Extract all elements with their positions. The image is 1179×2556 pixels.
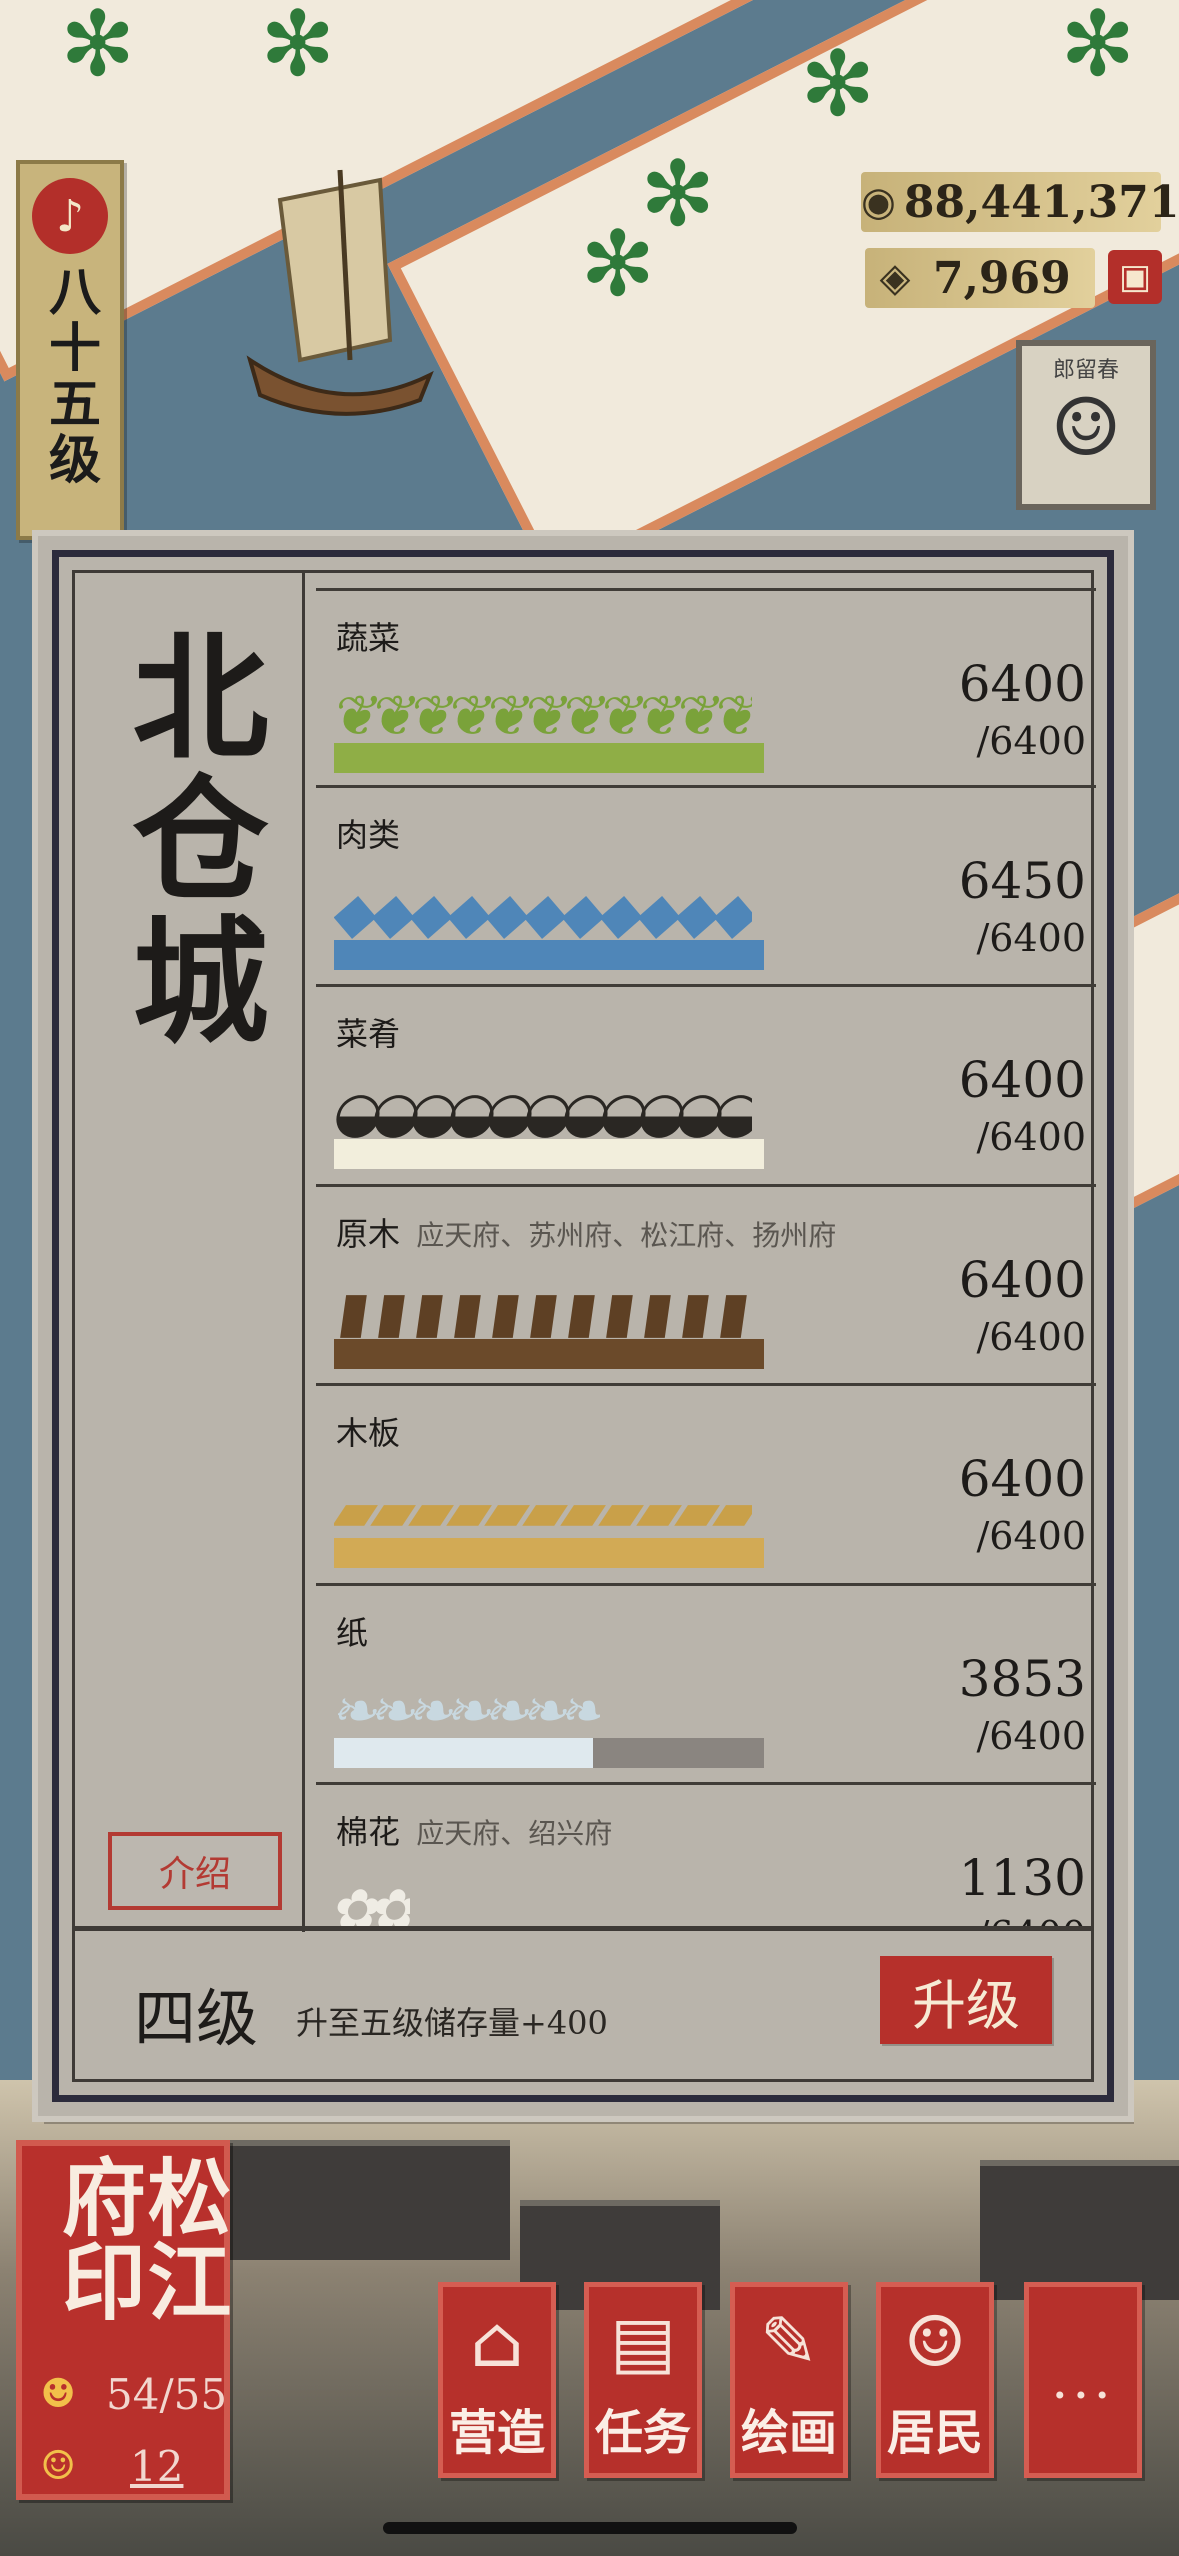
character-portrait[interactable]: 郎留春 ☺ [1016,340,1156,510]
storage-row: 蔬菜 ❦ ❦ ❦ ❦ ❦ ❦ ❦ ❦ ❦ ❦ ❦ 6400 /6400 [316,588,1096,788]
storage-row: 棉花 应天府、绍兴府 ✿✿ 1130 /6400 [316,1785,1096,1930]
nav-tasks-button[interactable]: ▤ 任务 [584,2282,702,2478]
item-name-text: 棉花 [336,1813,401,1851]
item-sources: 应天府、绍兴府 [416,1817,613,1850]
item-amount: 6400 [958,655,1086,713]
palm-tree-icon: ✻ [260,0,336,97]
face-icon: ☺ [40,2443,76,2489]
storage-row: 菜肴 ◒ ◒ ◒ ◒ ◒ ◒ ◒ ◒ ◒ ◒ ◒ 6400 /6400 [316,987,1096,1187]
nav-painting-label: 绘画 [740,2405,837,2461]
jade-icon: ◈ [879,255,911,301]
jade-value: 7,969 [933,252,1071,304]
item-amount: 6400 [958,1450,1086,1508]
item-amount: 1130 [958,1849,1086,1907]
storage-row: 原木 应天府、苏州府、松江府、扬州府 ▮ ▮ ▮ ▮ ▮ ▮ ▮ ▮ ▮ ▮ ▮ 6400 /640… [316,1187,1096,1386]
item-amount: 6400 [958,1051,1086,1109]
character-face-icon: ☺ [1050,381,1122,474]
gift-box-icon[interactable]: ▣ [1108,250,1162,304]
item-goods-icons: ❧ ❧ ❧ ❧ ❧ ❧ ❧ [334,1670,600,1754]
panel-divider [302,570,305,1932]
palm-tree-icon: ✻ [580,212,656,317]
prefecture-name: 松江府印 [48,2154,233,2322]
item-capacity: /6400 [976,1713,1086,1758]
coin-counter[interactable]: ◉ 88,441,371 [861,172,1179,232]
resident-icon: ☺ [903,2301,967,2383]
item-name: 棉花 应天府、绍兴府 [336,1807,612,1853]
item-amount: 6400 [958,1250,1086,1309]
nav-painting-button[interactable]: ✎ 绘画 [730,2282,848,2478]
coin-icon: ◉ [861,179,896,225]
pipa-icon: ♪ [32,178,108,254]
item-goods-icons: ▰ ▰ ▰ ▰ ▰ ▰ ▰ ▰ ▰ ▰ ▰ [334,1470,752,1554]
coin-value: 88,441,371 [903,176,1179,228]
population-stat: ☻ 54/55 [30,2366,227,2422]
intro-button[interactable]: 介绍 [108,1832,282,1910]
item-name: 木板 [336,1408,406,1454]
item-goods-icons: ✿ ✿ [334,1869,410,1930]
painting-scroll-icon: ✎ [759,2301,819,2383]
item-name-text: 肉类 [336,815,401,854]
storage-row: 肉类 ◆ ◆ ◆ ◆ ◆ ◆ ◆ ◆ ◆ ◆ ◆ 6450 /6400 [316,788,1096,987]
building-roof [230,2140,510,2260]
item-name-text: 原木 [336,1214,401,1253]
item-sources: 应天府、苏州府、松江府、扬州府 [416,1218,837,1252]
jade-counter[interactable]: ◈ 7,969 [865,248,1095,308]
item-name: 菜肴 [336,1009,406,1055]
nav-build-label: 营造 [448,2405,545,2461]
item-name-text: 蔬菜 [336,619,401,657]
warehouse-panel: 北仓城 蔬菜 ❦ ❦ ❦ ❦ ❦ ❦ ❦ ❦ ❦ ❦ ❦ 6400 /6400 肉类 ◆ ◆ ◆ ◆ ◆ ◆ ◆… [38,536,1128,2116]
nav-residents-label: 居民 [886,2405,983,2461]
player-level-text: 八十五级 [39,264,101,488]
home-indicator[interactable] [383,2522,797,2534]
item-name: 蔬菜 [336,613,406,659]
more-dots-icon: ··· [1051,2364,1115,2427]
upgrade-description: 升至五级储存量+400 [296,2004,608,2042]
count-stat: ☺ 12 [30,2438,183,2494]
prefecture-seal[interactable]: 松江府印 ☻ 54/55 ☺ 12 [16,2140,233,2500]
storage-row: 纸 ❧ ❧ ❧ ❧ ❧ ❧ ❧ 3853 /6400 [316,1586,1096,1785]
item-goods-icons: ◒ ◒ ◒ ◒ ◒ ◒ ◒ ◒ ◒ ◒ ◒ [334,1071,752,1155]
storage-list[interactable]: 蔬菜 ❦ ❦ ❦ ❦ ❦ ❦ ❦ ❦ ❦ ❦ ❦ 6400 /6400 肉类 ◆ ◆ ◆ ◆ ◆ ◆ ◆ ◆ ◆ ◆ ◆… [316,572,1096,1930]
population-value: 54/55 [106,2369,228,2419]
villager-icon: ☻ [40,2371,76,2417]
pavilion-icon: ⌂ [470,2301,524,2383]
building-roof [980,2160,1179,2300]
upgrade-button[interactable]: 升级 [880,1956,1052,2044]
palm-tree-icon: ✻ [60,0,136,97]
warehouse-tier: 四级 [134,1982,259,2055]
scroll-book-icon: ▤ [609,2301,677,2383]
sailboat-icon[interactable] [240,160,440,420]
item-capacity: /6400 [976,719,1086,763]
more-menu-button[interactable]: ··· [1024,2282,1142,2478]
item-name-text: 纸 [336,1613,369,1652]
nav-tasks-label: 任务 [594,2405,691,2461]
item-amount: 6450 [958,851,1086,910]
item-name: 肉类 [336,810,406,856]
storage-row: 木板 ▰ ▰ ▰ ▰ ▰ ▰ ▰ ▰ ▰ ▰ ▰ 6400 /6400 [316,1386,1096,1586]
palm-tree-icon: ✻ [1060,0,1136,97]
count-value: 12 [130,2441,184,2491]
item-amount: 3853 [958,1649,1086,1708]
nav-build-button[interactable]: ⌂ 营造 [438,2282,556,2478]
item-capacity: /6400 [976,915,1086,960]
city-name: 北仓城 [109,626,269,1052]
player-level-badge[interactable]: ♪ 八十五级 [16,160,124,540]
item-name-text: 木板 [336,1414,401,1452]
item-goods-icons: ❦ ❦ ❦ ❦ ❦ ❦ ❦ ❦ ❦ ❦ ❦ [334,675,752,759]
item-capacity: /6400 [976,1314,1086,1359]
item-capacity: /6400 [976,1514,1086,1558]
item-goods-icons: ◆ ◆ ◆ ◆ ◆ ◆ ◆ ◆ ◆ ◆ ◆ [334,872,752,956]
item-name-text: 菜肴 [336,1015,401,1053]
palm-tree-icon: ✻ [800,32,876,137]
item-goods-icons: ▮ ▮ ▮ ▮ ▮ ▮ ▮ ▮ ▮ ▮ ▮ [334,1271,752,1355]
item-capacity: /6400 [976,1115,1086,1159]
portrait-label: 郎留春 [1052,358,1119,383]
nav-residents-button[interactable]: ☺ 居民 [876,2282,994,2478]
item-name: 原木 应天府、苏州府、松江府、扬州府 [336,1209,836,1255]
item-name: 纸 [336,1608,374,1654]
